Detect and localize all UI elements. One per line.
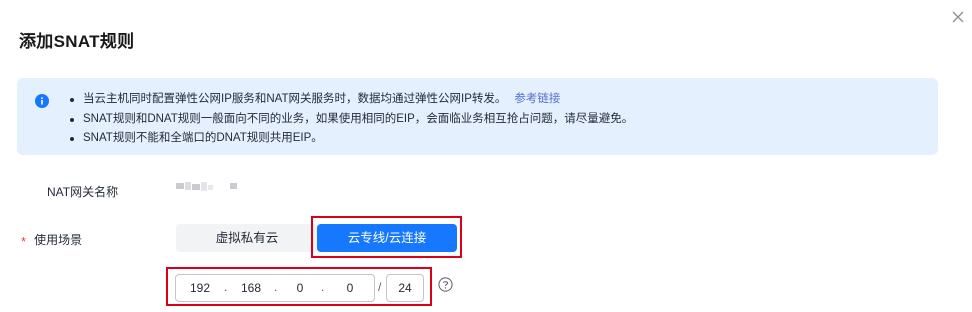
notice-banner: 当云主机同时配置弹性公网IP服务和NAT网关服务时，数据均通过弹性公网IP转发。… (17, 78, 938, 155)
reference-link[interactable]: 参考链接 (514, 93, 560, 105)
cidr-slash: / (378, 280, 382, 294)
info-icon (35, 94, 49, 108)
ip-octet-3[interactable]: 0 (289, 275, 311, 301)
gateway-name-label: NAT网关名称 (47, 185, 119, 199)
help-icon[interactable] (438, 277, 453, 292)
ip-octet-1[interactable]: 192 (184, 275, 216, 301)
ip-separator: . (321, 280, 325, 294)
cidr-ip-input[interactable]: 192 . 168 . 0 . 0 (175, 274, 375, 302)
scenario-option-direct-connect[interactable]: 云专线/云连接 (317, 224, 457, 252)
notice-item: SNAT规则不能和全端口的DNAT规则共用EIP。 (69, 129, 633, 149)
cidr-mask-input[interactable]: 24 (386, 274, 424, 302)
ip-separator: . (274, 280, 278, 294)
ip-separator: . (224, 280, 228, 294)
ip-octet-2[interactable]: 168 (236, 275, 266, 301)
notice-item: 当云主机同时配置弹性公网IP服务和NAT网关服务时，数据均通过弹性公网IP转发。… (69, 90, 633, 110)
gateway-name-value-blurred (176, 182, 238, 191)
scenario-option-vpc[interactable]: 虚拟私有云 (176, 224, 318, 252)
ip-octet-4[interactable]: 0 (339, 275, 361, 301)
dialog-title: 添加SNAT规则 (19, 32, 135, 51)
close-icon[interactable] (950, 9, 966, 25)
scenario-label: * 使用场景 (21, 233, 83, 249)
required-mark: * (21, 234, 27, 249)
notice-item: SNAT规则和DNAT规则一般面向不同的业务，如果使用相同的EIP，会面临业务相… (69, 110, 633, 130)
notice-list: 当云主机同时配置弹性公网IP服务和NAT网关服务时，数据均通过弹性公网IP转发。… (69, 90, 633, 149)
